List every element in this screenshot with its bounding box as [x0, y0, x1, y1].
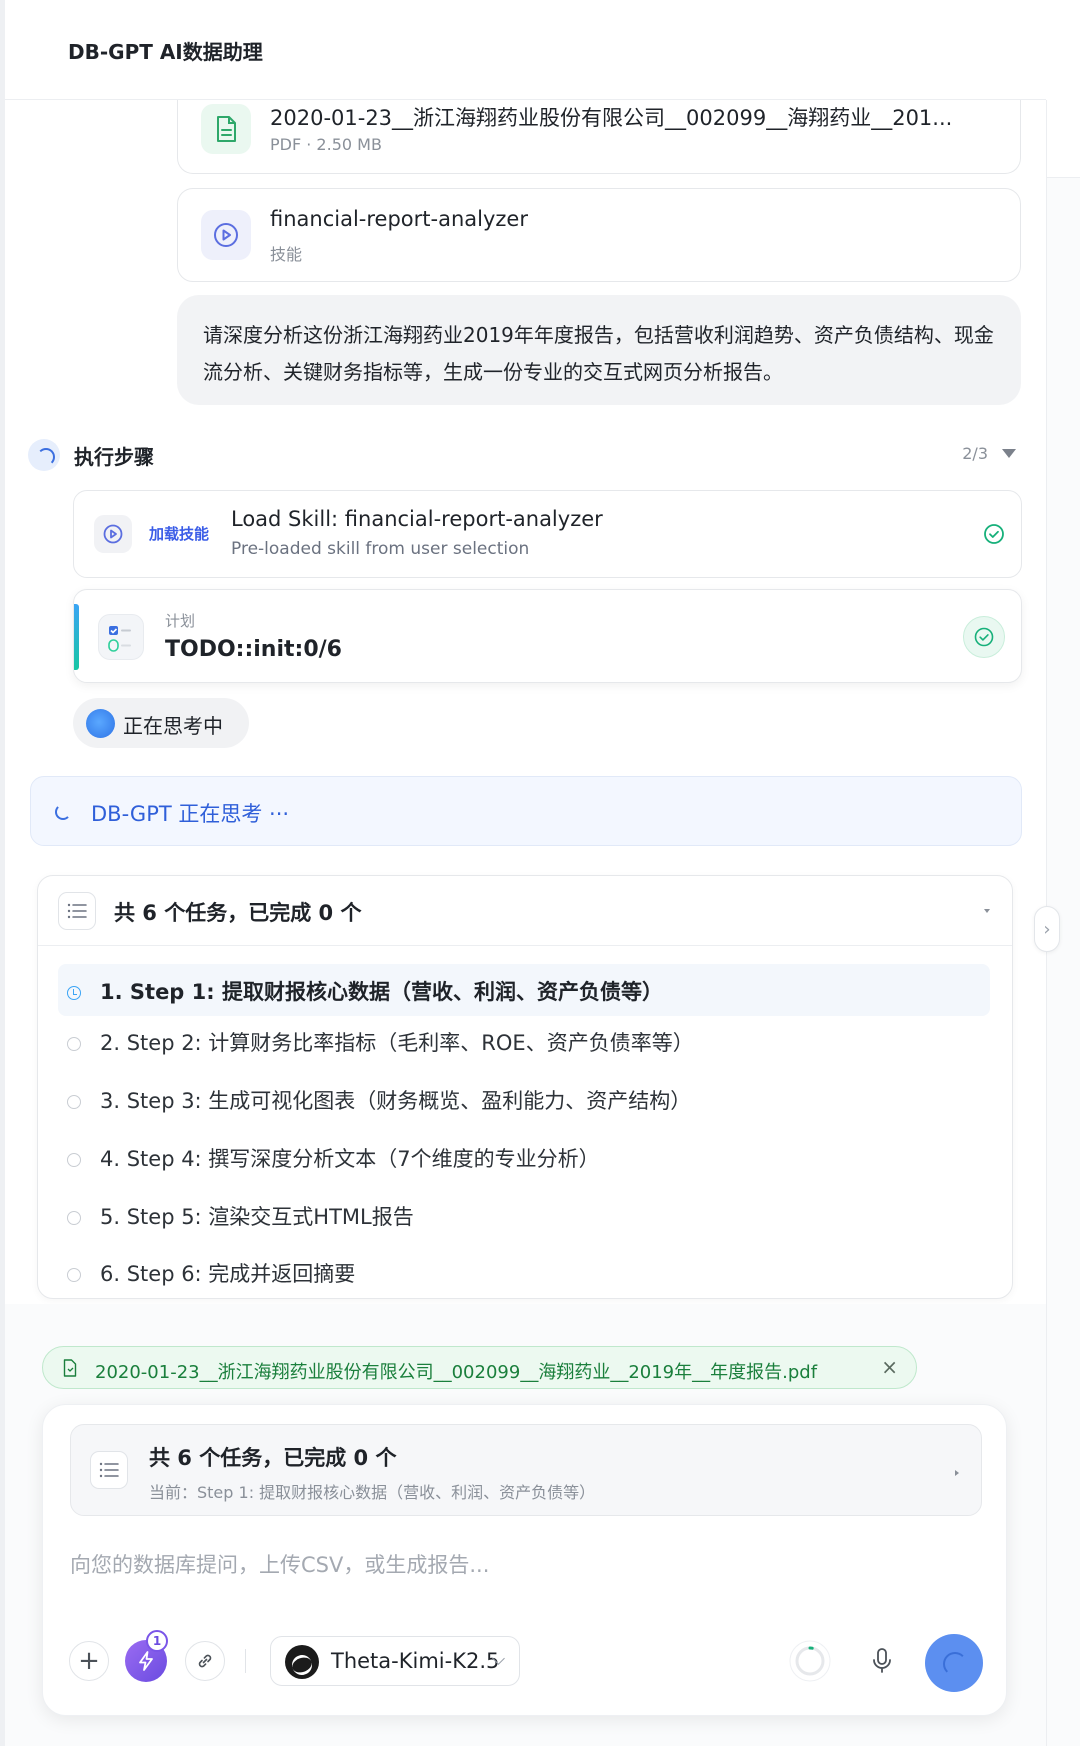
check-circle-icon [963, 616, 1005, 658]
skills-count-badge: 1 [146, 1630, 168, 1652]
loading-spinner-icon [55, 804, 71, 820]
task-summary-title: 共 6 个任务，已完成 0 个 [149, 1446, 397, 1470]
document-icon [201, 104, 251, 154]
check-circle-icon [984, 524, 1004, 544]
step-title: Load Skill: financial-report-analyzer [231, 507, 603, 531]
right-side-panel-top [1046, 100, 1080, 178]
active-step-accent [74, 604, 79, 670]
send-button[interactable] [925, 1634, 983, 1692]
todo-item: 5. Step 5: 渲染交互式HTML报告 [58, 1189, 990, 1241]
add-attachment-button[interactable]: + [69, 1641, 109, 1681]
step-title: TODO::init:0/6 [165, 637, 342, 662]
lightning-icon [139, 1651, 153, 1671]
todo-item-text: 2. Step 2: 计算财务比率指标（毛利率、ROE、资产负债率等） [100, 1031, 694, 1055]
execution-steps-title: 执行步骤 [74, 445, 154, 469]
todo-list-card: 共 6 个任务，已完成 0 个 1. Step 1: 提取财报核心数据（营收、利… [37, 875, 1013, 1299]
pending-circle-icon [67, 1268, 81, 1282]
message-composer: 共 6 个任务，已完成 0 个 当前：Step 1: 提取财报核心数据（营收、利… [42, 1404, 1007, 1716]
step-load-skill[interactable]: 加载技能 Load Skill: financial-report-analyz… [73, 490, 1022, 578]
app-title: DB-GPT AI数据助理 [68, 40, 263, 64]
todo-item-text: 5. Step 5: 渲染交互式HTML报告 [100, 1205, 414, 1229]
model-selector[interactable]: Theta-Kimi-K2.5 [270, 1636, 520, 1686]
pending-circle-icon [67, 1095, 81, 1109]
play-icon [94, 515, 132, 553]
step-tag: 加载技能 [149, 525, 210, 543]
step-plan[interactable]: 计划 TODO::init:0/6 [73, 589, 1022, 683]
caret-down-icon[interactable] [984, 909, 990, 913]
thinking-status-label: 正在思考中 [123, 714, 223, 738]
model-logo-icon [285, 1645, 319, 1679]
loading-spinner-icon [28, 439, 60, 471]
todo-item: 2. Step 2: 计算财务比率指标（毛利率、ROE、资产负债率等） [58, 1015, 990, 1067]
todo-item-text: 4. Step 4: 撰写深度分析文本（7个维度的专业分析） [100, 1147, 600, 1171]
todo-item: 1. Step 1: 提取财报核心数据（营收、利润、资产负债等） [58, 964, 990, 1016]
play-icon [201, 210, 251, 260]
model-name: Theta-Kimi-K2.5 [331, 1649, 500, 1673]
pending-circle-icon [67, 1153, 81, 1167]
thinking-status-pill: 正在思考中 [73, 698, 249, 748]
context-usage-ring-icon[interactable] [786, 1637, 834, 1685]
thinking-banner: DB-GPT 正在思考 ··· [30, 776, 1022, 846]
checklist-icon [98, 614, 144, 660]
thinking-banner-text: DB-GPT 正在思考 ··· [91, 802, 290, 826]
file-icon [63, 1359, 77, 1377]
todo-item-text: 6. Step 6: 完成并返回摘要 [100, 1262, 356, 1286]
in-progress-clock-icon [67, 986, 81, 1000]
todo-item: 4. Step 4: 撰写深度分析文本（7个维度的专业分析） [58, 1131, 990, 1183]
task-summary-current: 当前：Step 1: 提取财报核心数据（营收、利润、资产负债等） [149, 1483, 596, 1502]
todo-list-header[interactable]: 共 6 个任务，已完成 0 个 [38, 876, 1012, 946]
todo-list-title: 共 6 个任务，已完成 0 个 [114, 901, 362, 925]
todo-item: 3. Step 3: 生成可视化图表（财务概览、盈利能力、资产结构） [58, 1073, 990, 1125]
todo-item-text: 1. Step 1: 提取财报核心数据（营收、利润、资产负债等） [100, 980, 663, 1004]
todo-item-text: 3. Step 3: 生成可视化图表（财务概览、盈利能力、资产结构） [100, 1089, 692, 1113]
execution-steps-header[interactable]: 执行步骤 2/3 [28, 437, 1022, 473]
chevron-right-icon[interactable]: › [1034, 906, 1060, 952]
attached-file-name: 2020-01-23__浙江海翔药业股份有限公司__002099__海翔药业__… [95, 1362, 818, 1383]
file-attachment-card[interactable]: 2020-01-23__浙江海翔药业股份有限公司__002099__海翔药业__… [177, 88, 1021, 174]
skill-meta: 技能 [270, 245, 303, 264]
step-label: 计划 [165, 612, 196, 630]
user-message-bubble: 请深度分析这份浙江海翔药业2019年年度报告，包括营收利润趋势、资产负债结构、现… [177, 295, 1021, 405]
pending-circle-icon [67, 1211, 81, 1225]
toolbar-divider [245, 1649, 246, 1673]
caret-right-icon[interactable] [955, 1470, 959, 1476]
close-icon[interactable]: × [881, 1355, 898, 1379]
app-header: DB-GPT AI数据助理 [5, 0, 1046, 100]
step-subtitle: Pre-loaded skill from user selection [231, 539, 530, 559]
file-meta: PDF · 2.50 MB [270, 135, 382, 154]
task-summary-bar[interactable]: 共 6 个任务，已完成 0 个 当前：Step 1: 提取财报核心数据（营收、利… [70, 1424, 982, 1516]
list-icon [90, 1451, 128, 1489]
microphone-icon[interactable] [862, 1641, 902, 1681]
pending-circle-icon [67, 1037, 81, 1051]
link-icon[interactable] [185, 1641, 225, 1681]
list-icon [58, 892, 96, 930]
execution-steps-count: 2/3 [962, 444, 988, 463]
prompt-input[interactable] [70, 1545, 970, 1585]
chevron-down-icon[interactable] [1002, 449, 1016, 458]
skill-name: financial-report-analyzer [270, 207, 528, 231]
skill-card[interactable]: financial-report-analyzer 技能 [177, 188, 1021, 282]
thinking-orb-icon [86, 709, 115, 738]
todo-item: 6. Step 6: 完成并返回摘要 [58, 1246, 990, 1298]
file-name: 2020-01-23__浙江海翔药业股份有限公司__002099__海翔药业__… [270, 106, 953, 130]
attached-file-chip: 2020-01-23__浙江海翔药业股份有限公司__002099__海翔药业__… [42, 1346, 917, 1389]
